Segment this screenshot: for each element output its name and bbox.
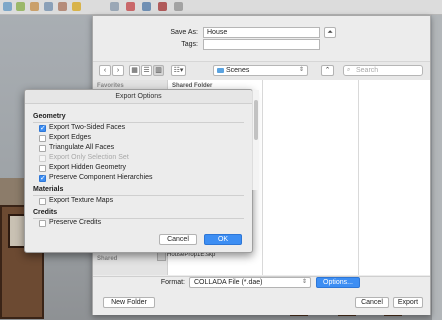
section-heading-geometry: Geometry (33, 113, 66, 120)
navigation-bar: ‹ › ▦ ☰ ▥ ☷▾ Scenes ⇕ ⌃ ⌕ Search (93, 61, 430, 81)
checkbox (39, 155, 46, 162)
toolbar-tool-icon[interactable] (44, 2, 53, 11)
search-placeholder: Search (356, 67, 379, 74)
save-as-label: Save As: (170, 29, 198, 36)
column-view-icon[interactable]: ▥ (153, 65, 164, 76)
section-divider (33, 195, 244, 196)
app-toolbar (0, 0, 442, 15)
section-heading-credits: Credits (33, 209, 58, 216)
section-divider (33, 122, 244, 123)
checkbox[interactable] (39, 124, 46, 132)
tags-field[interactable] (203, 39, 320, 50)
toolbar-tool-icon[interactable] (174, 2, 183, 11)
toolbar-tool-icon[interactable] (110, 2, 119, 11)
option-label: Export Hidden Geometry (49, 164, 127, 171)
save-as-field[interactable]: House (203, 27, 320, 38)
export-button[interactable]: Export (393, 297, 423, 308)
export-options-cancel-button[interactable]: Cancel (159, 234, 197, 245)
file-column[interactable] (263, 80, 359, 275)
location-label: Scenes (226, 67, 250, 74)
option-label: Export Edges (49, 134, 92, 141)
share-button[interactable]: ⌃ (321, 65, 334, 76)
chevron-updown-icon: ⇕ (301, 279, 307, 285)
option-label: Preserve Component Hierarchies (49, 174, 153, 181)
back-button[interactable]: ‹ (99, 65, 111, 76)
option-label: Export Two-Sided Faces (49, 124, 126, 131)
options-button[interactable]: Options... (316, 277, 360, 288)
toolbar-tool-icon[interactable] (126, 2, 135, 11)
list-view-icon[interactable]: ☰ (141, 65, 152, 76)
group-by-icon[interactable]: ☷▾ (171, 65, 186, 76)
folder-icon (217, 68, 224, 73)
icon-view-icon[interactable]: ▦ (129, 65, 140, 76)
option-label: Triangulate All Faces (49, 144, 115, 151)
option-label: Export Only Selection Set (49, 154, 129, 161)
checkbox[interactable] (39, 174, 46, 182)
checkbox[interactable] (39, 165, 46, 172)
forward-button[interactable]: › (112, 65, 124, 76)
save-sheet-footer: Format: COLLADA File (*.dae) ⇕ Options..… (93, 276, 430, 315)
toolbar-tool-icon[interactable] (158, 2, 167, 11)
toolbar-tool-icon[interactable] (142, 2, 151, 11)
format-label: Format: (160, 279, 185, 286)
checkbox[interactable] (39, 145, 46, 152)
option-label: Export Texture Maps (49, 197, 114, 204)
export-options-dialog: Export Options Geometry Export Two-Sided… (24, 89, 253, 253)
toolbar-tool-icon[interactable] (30, 2, 39, 11)
export-options-ok-button[interactable]: OK (204, 234, 242, 245)
sidebar-heading-shared: Shared (97, 256, 118, 262)
scrollbar-thumb[interactable] (254, 100, 258, 140)
toolbar-tool-icon[interactable] (58, 2, 67, 11)
format-value: COLLADA File (*.dae) (194, 279, 263, 286)
toolbar-tool-icon[interactable] (16, 2, 25, 11)
checkbox[interactable] (39, 135, 46, 142)
section-heading-materials: Materials (33, 186, 64, 193)
cancel-button[interactable]: Cancel (355, 297, 389, 308)
file-column[interactable] (359, 80, 430, 275)
chevron-updown-icon: ⇕ (298, 67, 304, 73)
checkbox[interactable] (39, 198, 46, 205)
tags-label: Tags: (181, 41, 198, 48)
format-select[interactable]: COLLADA File (*.dae) ⇕ (189, 277, 311, 288)
search-input[interactable]: ⌕ Search (343, 65, 423, 76)
expand-dialog-button[interactable]: ⏶ (324, 27, 336, 38)
search-icon: ⌕ (347, 67, 351, 73)
toolbar-tool-icon[interactable] (3, 2, 12, 11)
option-label: Preserve Credits (49, 219, 102, 226)
scrollbar[interactable] (252, 90, 259, 190)
new-folder-button[interactable]: New Folder (103, 297, 155, 308)
viewport-edge (432, 15, 442, 320)
toolbar-tool-icon[interactable] (72, 2, 81, 11)
checkbox[interactable] (39, 220, 46, 227)
location-select[interactable]: Scenes ⇕ (213, 65, 308, 76)
dialog-title: Export Options (25, 90, 252, 104)
